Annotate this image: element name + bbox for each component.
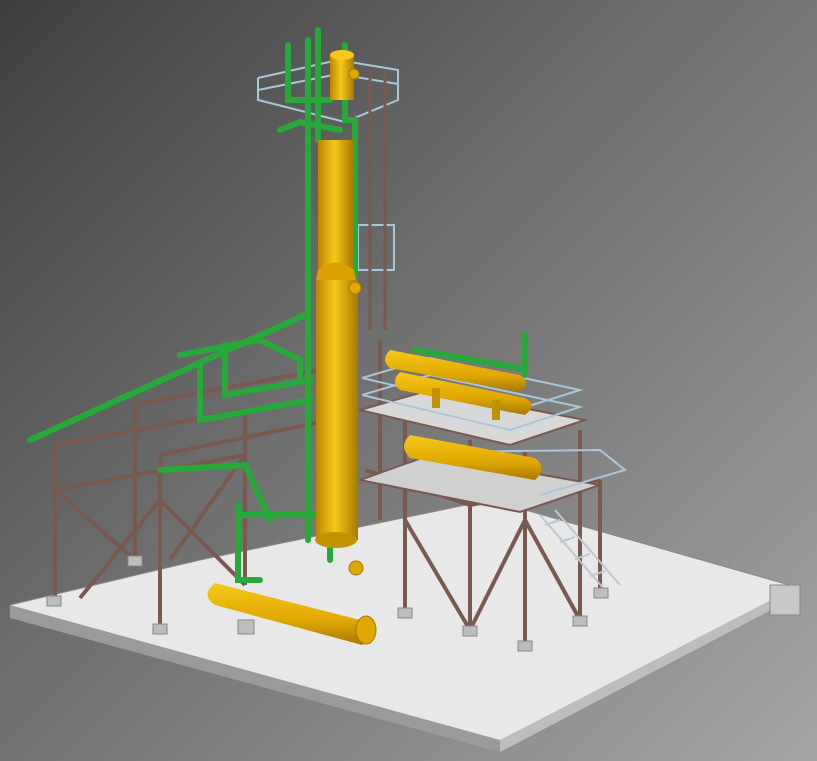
model-viewport[interactable] xyxy=(0,0,817,761)
plant-model-render xyxy=(9,27,802,752)
